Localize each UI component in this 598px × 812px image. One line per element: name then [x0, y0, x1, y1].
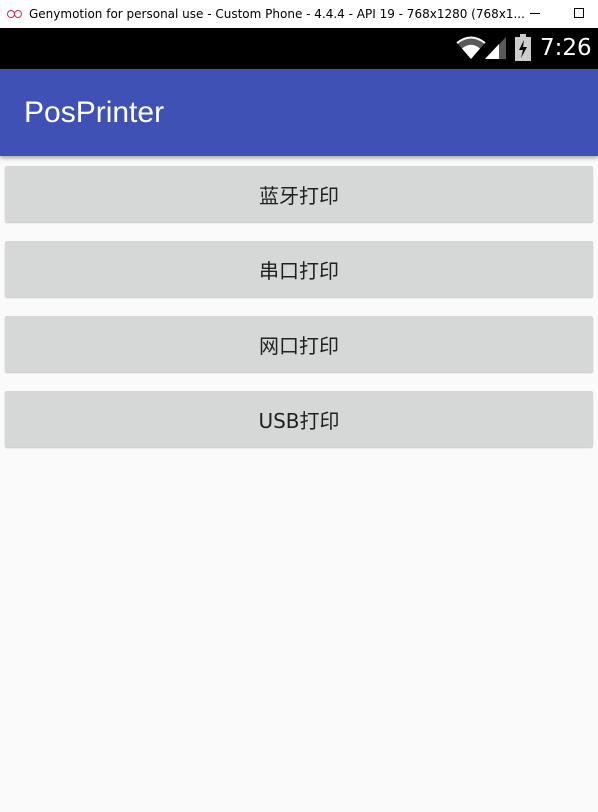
window-titlebar: Genymotion for personal use - Custom Pho…	[0, 0, 598, 28]
minimize-icon[interactable]	[530, 13, 540, 14]
app-title: PosPrinter	[24, 96, 165, 129]
network-print-button[interactable]: 网口打印	[5, 316, 593, 372]
maximize-icon[interactable]	[574, 8, 584, 18]
serial-print-button[interactable]: 串口打印	[5, 241, 593, 297]
status-clock: 7:26	[540, 35, 592, 61]
wifi-icon	[456, 36, 486, 59]
genymotion-logo-icon	[7, 9, 23, 19]
window-title: Genymotion for personal use - Custom Pho…	[29, 7, 525, 21]
signal-icon	[485, 37, 506, 59]
usb-print-button[interactable]: USB打印	[5, 391, 593, 447]
main-content: 蓝牙打印 串口打印 网口打印 USB打印	[0, 156, 598, 812]
battery-charging-icon	[515, 34, 531, 61]
status-bar: 7:26	[0, 28, 598, 69]
app-bar: PosPrinter	[0, 69, 598, 156]
bluetooth-print-button[interactable]: 蓝牙打印	[5, 166, 593, 222]
